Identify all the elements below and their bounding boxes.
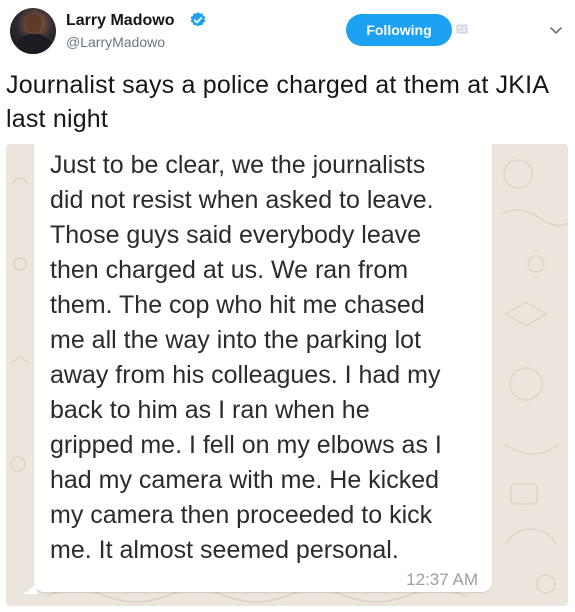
author-handle[interactable]: @LarryMadowo	[66, 34, 165, 50]
chat-message-bubble: Just to be clear, we the journalists did…	[34, 144, 492, 592]
notification-bell-icon[interactable]	[456, 24, 468, 34]
chat-message-text: Just to be clear, we the journalists did…	[50, 151, 442, 564]
avatar-head	[26, 14, 42, 33]
verified-badge-icon	[190, 12, 206, 27]
author-name[interactable]: Larry Madowo	[66, 12, 174, 30]
tweet-text: Journalist says a police charged at them…	[6, 71, 548, 133]
tweet-media-screenshot[interactable]: Just to be clear, we the journalists did…	[6, 144, 568, 606]
following-button[interactable]: Following	[346, 14, 452, 46]
chevron-down-icon[interactable]	[549, 26, 563, 36]
tweet-header: Larry Madowo @LarryMadowo Following	[0, 0, 575, 62]
avatar[interactable]	[10, 8, 56, 54]
avatar-body	[17, 34, 51, 54]
chat-message-timestamp: 12:37 AM	[406, 570, 478, 589]
